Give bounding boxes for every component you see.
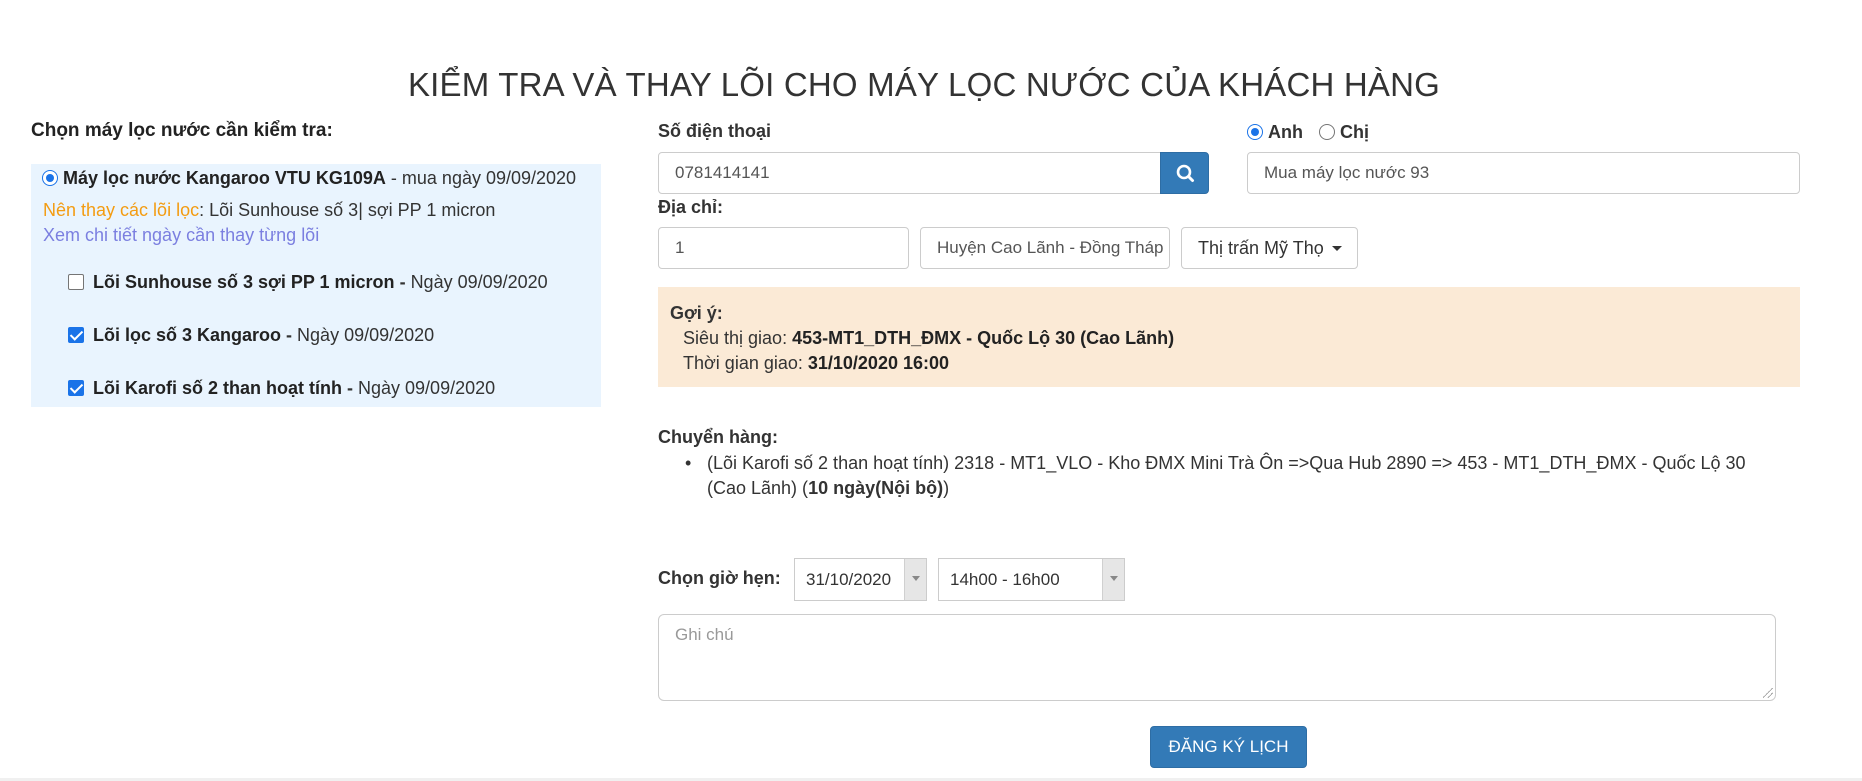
filter-checkbox[interactable] <box>68 327 84 343</box>
filter-date: Ngày 09/09/2020 <box>410 272 548 292</box>
appointment-slot-value: 14h00 - 16h00 <box>950 570 1060 589</box>
recommend-row: Nên thay các lõi lọc: Lõi Sunhouse số 3|… <box>43 200 495 221</box>
dropdown-arrow-icon[interactable] <box>904 559 926 600</box>
filter-separator: - <box>342 378 359 398</box>
search-button[interactable] <box>1160 152 1209 194</box>
machine-option[interactable]: Máy lọc nước Kangaroo VTU KG109A - mua n… <box>42 168 576 189</box>
house-number-input[interactable]: 1 <box>658 227 909 269</box>
gender-male-option[interactable]: Anh <box>1247 122 1303 143</box>
machine-name: Máy lọc nước Kangaroo VTU KG109A <box>63 168 386 188</box>
filter-name: Lõi lọc số 3 Kangaroo <box>93 325 282 345</box>
machine-select-heading: Chọn máy lọc nước cần kiểm tra: <box>31 120 333 141</box>
gender-male-label: Anh <box>1268 122 1303 142</box>
suggestion-panel: Gợi ý: Siêu thị giao: 453-MT1_DTH_ĐMX - … <box>658 287 1800 387</box>
suggestion-title: Gợi ý: <box>670 303 723 323</box>
shipping-route-end: ) <box>943 478 950 498</box>
gender-female-option[interactable]: Chị <box>1319 122 1369 143</box>
appointment-label: Chọn giờ hẹn: <box>658 568 781 588</box>
gender-male-radio[interactable] <box>1247 124 1263 140</box>
filter-name: Lõi Sunhouse số 3 sợi PP 1 micron <box>93 272 395 292</box>
filter-date: Ngày 09/09/2020 <box>297 325 435 345</box>
filter-name: Lõi Karofi số 2 than hoạt tính <box>93 378 343 398</box>
detail-link[interactable]: Xem chi tiết ngày cần thay từng lõi <box>43 225 319 246</box>
suggestion-store-value: 453-MT1_DTH_ĐMX - Quốc Lộ 30 (Cao Lãnh) <box>792 328 1175 348</box>
appointment-date-select[interactable]: 31/10/2020 <box>794 558 927 601</box>
appointment-date-value: 31/10/2020 <box>806 570 892 589</box>
suggestion-time-value: 31/10/2020 16:00 <box>807 353 950 373</box>
suggestion-store-label: Siêu thị giao: <box>683 328 793 348</box>
shipping-duration: 10 ngày(Nội bộ) <box>808 478 944 498</box>
machine-radio[interactable] <box>42 170 58 186</box>
register-schedule-button[interactable]: ĐĂNG KÝ LỊCH <box>1150 726 1307 768</box>
phone-label: Số điện thoại <box>658 121 772 141</box>
recommend-label: Nên thay các lõi lọc <box>43 200 200 220</box>
district-input[interactable]: Huyện Cao Lãnh - Đồng Tháp <box>920 227 1170 269</box>
shipping-route: • (Lõi Karofi số 2 than hoạt tính) 2318 … <box>685 451 1789 501</box>
filter-checkbox[interactable] <box>68 380 84 396</box>
phone-input[interactable]: 0781414141 <box>658 152 1161 194</box>
address-label: Địa chỉ: <box>658 197 724 217</box>
page-title: KIỂM TRA VÀ THAY LÕI CHO MÁY LỌC NƯỚC CỦ… <box>407 66 1441 104</box>
filter-item[interactable]: Lõi Sunhouse số 3 sợi PP 1 micron - Ngày… <box>68 272 548 293</box>
filter-separator: - <box>281 325 298 345</box>
suggestion-time: Thời gian giao: 31/10/2020 16:00 <box>683 353 949 374</box>
filter-checkbox[interactable] <box>68 274 84 290</box>
customer-name-input[interactable]: Mua máy lọc nước 93 <box>1247 152 1800 194</box>
filter-separator: - <box>394 272 411 292</box>
suggestion-store: Siêu thị giao: 453-MT1_DTH_ĐMX - Quốc Lộ… <box>683 328 1174 349</box>
ward-select-value: Thị trấn Mỹ Thọ <box>1198 238 1324 258</box>
recommend-value: : Lõi Sunhouse số 3| sợi PP 1 micron <box>199 200 496 220</box>
suggestion-time-label: Thời gian giao: <box>683 353 808 373</box>
filter-item[interactable]: Lõi lọc số 3 Kangaroo - Ngày 09/09/2020 <box>68 325 434 346</box>
machine-purchase-date: - mua ngày 09/09/2020 <box>385 168 577 188</box>
resize-handle-icon[interactable] <box>1763 688 1773 698</box>
gender-female-label: Chị <box>1340 122 1369 142</box>
search-icon <box>1176 164 1194 182</box>
gender-female-radio[interactable] <box>1319 124 1335 140</box>
chevron-down-icon <box>1331 246 1342 251</box>
filter-date: Ngày 09/09/2020 <box>358 378 496 398</box>
note-placeholder: Ghi chú <box>675 625 734 644</box>
appointment-slot-select[interactable]: 14h00 - 16h00 <box>938 558 1125 601</box>
bullet-icon: • <box>685 453 692 473</box>
shipping-title: Chuyển hàng: <box>658 427 778 447</box>
ward-select[interactable]: Thị trấn Mỹ Thọ <box>1181 227 1358 269</box>
dropdown-arrow-icon[interactable] <box>1102 559 1124 600</box>
note-textarea[interactable]: Ghi chú <box>658 614 1776 701</box>
filter-item[interactable]: Lõi Karofi số 2 than hoạt tính - Ngày 09… <box>68 378 495 399</box>
